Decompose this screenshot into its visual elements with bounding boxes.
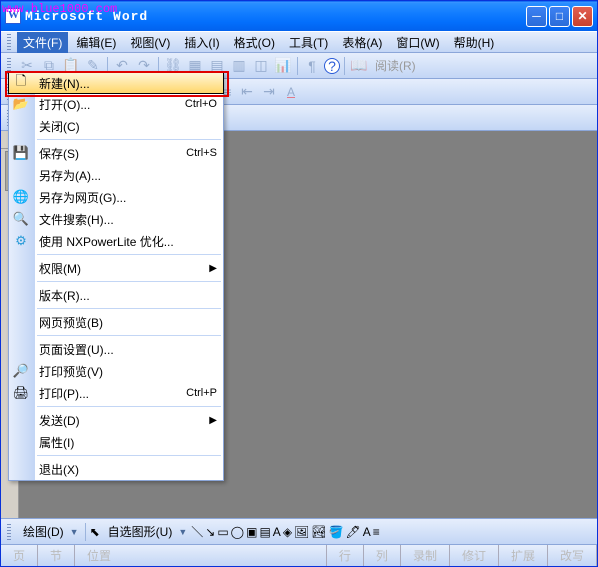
- menu-item-send[interactable]: 发送(D) ▶: [9, 409, 223, 431]
- status-line: 行: [327, 545, 364, 566]
- arrow-icon[interactable]: ↘: [205, 525, 215, 539]
- nxpowerlite-icon: ⚙: [13, 233, 29, 249]
- menu-separator: [37, 254, 221, 255]
- menu-item-version[interactable]: 版本(R)...: [9, 284, 223, 306]
- menu-separator: [37, 455, 221, 456]
- font-color-icon[interactable]: A: [363, 525, 371, 539]
- menu-help[interactable]: 帮助(H): [448, 32, 501, 53]
- statusbar: 页 节 位置 行 列 录制 修订 扩展 改写: [1, 544, 597, 566]
- line-icon[interactable]: ＼: [191, 523, 203, 540]
- menu-item-new[interactable]: 🗋 新建(N)...: [8, 72, 224, 94]
- help-icon[interactable]: ?: [324, 58, 340, 74]
- status-ext: 扩展: [499, 545, 548, 566]
- status-rec: 录制: [401, 545, 450, 566]
- read-button[interactable]: 阅读(R): [371, 57, 420, 74]
- save-icon: 💾: [13, 145, 29, 161]
- menu-separator: [37, 335, 221, 336]
- maximize-button[interactable]: □: [549, 6, 570, 27]
- vertical-textbox-icon[interactable]: ▤: [259, 525, 270, 539]
- oval-icon[interactable]: ◯: [231, 525, 244, 539]
- menu-item-printpreview[interactable]: 🔎 打印预览(V): [9, 360, 223, 382]
- status-page: 页: [1, 545, 38, 566]
- print-icon: 🖨: [13, 385, 29, 401]
- menu-file[interactable]: 文件(F): [17, 32, 68, 53]
- decrease-indent-icon[interactable]: ⇤: [237, 82, 257, 102]
- show-marks-icon[interactable]: ¶: [302, 56, 322, 76]
- drawing-toolbar: 绘图(D)▼ ⬉ 自选图形(U)▼ ＼ ↘ ▭ ◯ ▣ ▤ A ◈ 🖼 🏞 🪣 …: [1, 518, 597, 544]
- menu-item-nxpowerlite[interactable]: ⚙ 使用 NXPowerLite 优化...: [9, 230, 223, 252]
- search-icon: 🔍: [13, 211, 29, 227]
- menu-item-pagesetup[interactable]: 页面设置(U)...: [9, 338, 223, 360]
- picture-icon[interactable]: 🏞: [311, 525, 326, 539]
- menu-view[interactable]: 视图(V): [124, 32, 176, 53]
- menu-separator: [37, 406, 221, 407]
- submenu-arrow-icon: ▶: [209, 415, 217, 426]
- menu-item-properties[interactable]: 属性(I): [9, 431, 223, 453]
- menu-separator: [37, 308, 221, 309]
- status-column: 列: [364, 545, 401, 566]
- menu-item-saveasweb[interactable]: 🌐 另存为网页(G)...: [9, 186, 223, 208]
- menu-item-open[interactable]: 📂 打开(O)... Ctrl+O: [9, 93, 223, 115]
- autoshapes-menu[interactable]: 自选图形(U)▼: [102, 523, 190, 540]
- separator: [85, 523, 86, 541]
- line-style-icon[interactable]: ≡: [373, 525, 380, 539]
- menu-item-save[interactable]: 💾 保存(S) Ctrl+S: [9, 142, 223, 164]
- status-position: 位置: [75, 545, 327, 566]
- minimize-button[interactable]: ─: [526, 6, 547, 27]
- menu-tools[interactable]: 工具(T): [283, 32, 334, 53]
- new-document-icon: 🗋: [13, 75, 29, 91]
- separator: [297, 57, 298, 75]
- menu-separator: [37, 281, 221, 282]
- clipart-icon[interactable]: 🖼: [294, 525, 309, 539]
- separator: [344, 57, 345, 75]
- font-color-icon[interactable]: A: [281, 82, 301, 102]
- grip-handle[interactable]: [7, 524, 11, 540]
- open-folder-icon: 📂: [13, 96, 29, 112]
- menu-item-close[interactable]: 关闭(C): [9, 115, 223, 137]
- menu-item-filesearch[interactable]: 🔍 文件搜索(H)...: [9, 208, 223, 230]
- watermark-text: www.blue1000.com: [2, 2, 117, 16]
- grip-handle[interactable]: [7, 34, 11, 50]
- fill-color-icon[interactable]: 🪣: [329, 525, 344, 539]
- drawing-icon[interactable]: ◫: [251, 56, 271, 76]
- read-mode-icon[interactable]: 📖: [349, 56, 369, 76]
- line-color-icon[interactable]: 🖊: [345, 525, 360, 539]
- menu-edit[interactable]: 编辑(E): [70, 32, 122, 53]
- file-menu-dropdown: 🗋 新建(N)... 📂 打开(O)... Ctrl+O 关闭(C) 💾 保存(…: [8, 72, 224, 481]
- menu-item-saveas[interactable]: 另存为(A)...: [9, 164, 223, 186]
- draw-menu[interactable]: 绘图(D)▼: [17, 523, 81, 540]
- menu-item-exit[interactable]: 退出(X): [9, 458, 223, 480]
- submenu-arrow-icon: ▶: [209, 263, 217, 274]
- menubar: 文件(F) 编辑(E) 视图(V) 插入(I) 格式(O) 工具(T) 表格(A…: [1, 31, 597, 53]
- menu-item-print[interactable]: 🖨 打印(P)... Ctrl+P: [9, 382, 223, 404]
- print-preview-icon: 🔎: [13, 363, 29, 379]
- menu-separator: [37, 139, 221, 140]
- rectangle-icon[interactable]: ▭: [217, 525, 228, 539]
- save-web-icon: 🌐: [13, 189, 29, 205]
- columns-icon[interactable]: ▥: [229, 56, 249, 76]
- status-rev: 修订: [450, 545, 499, 566]
- menu-item-permission[interactable]: 权限(M) ▶: [9, 257, 223, 279]
- textbox-icon[interactable]: ▣: [246, 525, 257, 539]
- select-objects-icon[interactable]: ⬉: [90, 525, 100, 539]
- menu-format[interactable]: 格式(O): [228, 32, 281, 53]
- menu-window[interactable]: 窗口(W): [390, 32, 445, 53]
- chart-icon[interactable]: 📊: [273, 56, 293, 76]
- status-section: 节: [38, 545, 75, 566]
- menu-table[interactable]: 表格(A): [336, 32, 388, 53]
- diagram-icon[interactable]: ◈: [283, 525, 292, 539]
- status-ovr: 改写: [548, 545, 597, 566]
- close-button[interactable]: ✕: [572, 6, 593, 27]
- menu-insert[interactable]: 插入(I): [178, 32, 225, 53]
- wordart-icon[interactable]: A: [273, 525, 281, 539]
- menu-item-webpreview[interactable]: 网页预览(B): [9, 311, 223, 333]
- increase-indent-icon[interactable]: ⇥: [259, 82, 279, 102]
